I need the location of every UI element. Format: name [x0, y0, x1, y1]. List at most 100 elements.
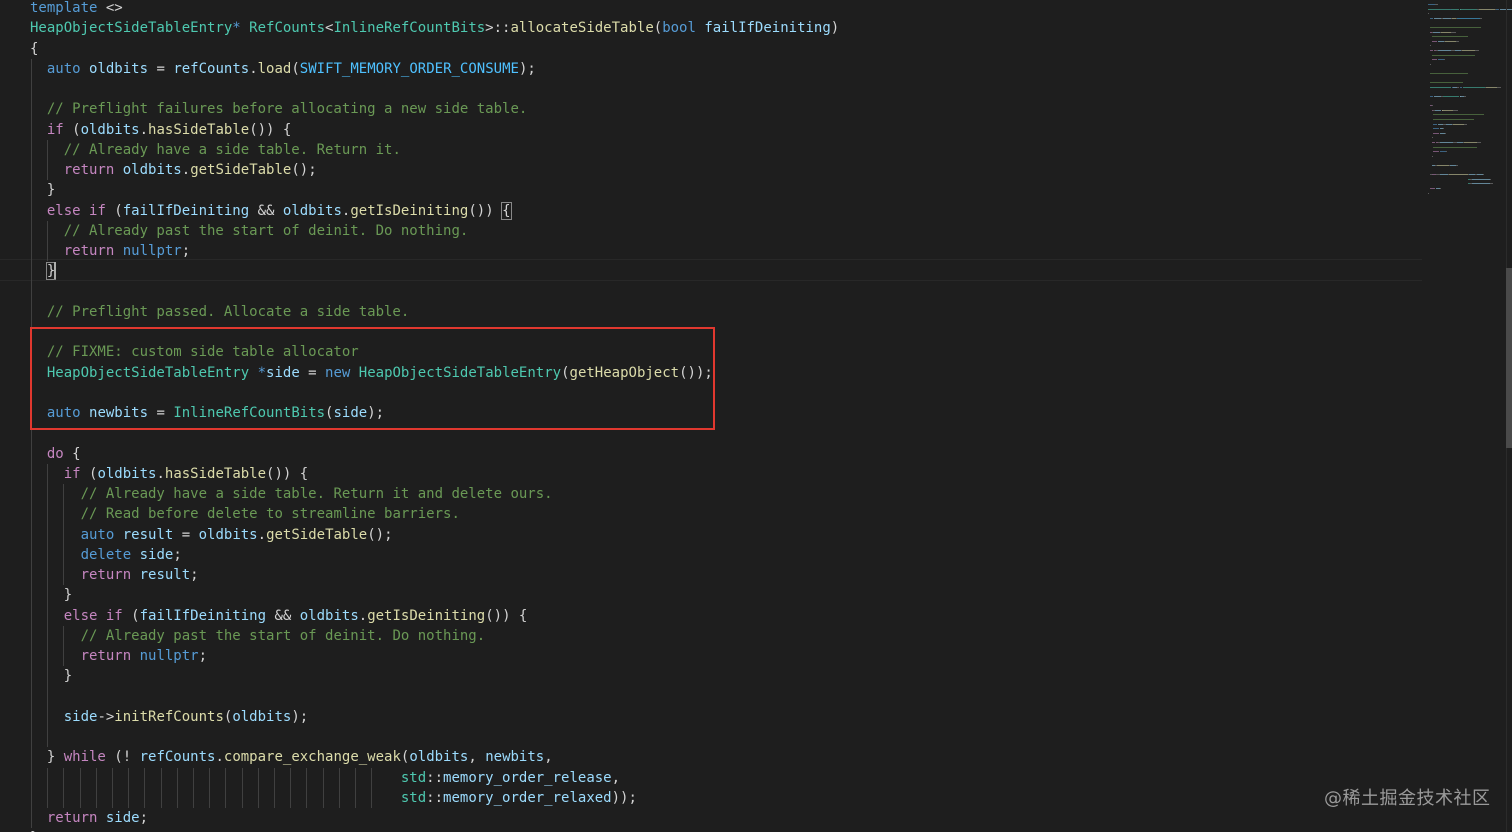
code-token: ()) {	[266, 465, 309, 482]
minimap[interactable]	[1428, 0, 1512, 200]
code-line[interactable]: {	[30, 39, 1412, 59]
code-line[interactable]: return result;	[30, 565, 1412, 586]
code-token: oldbits	[97, 465, 157, 482]
code-line[interactable]: }	[30, 585, 1412, 606]
indent-guide	[31, 787, 32, 808]
indent-guide	[47, 241, 49, 262]
code-line[interactable]: // Already past the start of deinit. Do …	[30, 220, 1412, 241]
minimap-line	[1446, 151, 1447, 153]
code-line[interactable]: HeapObjectSideTableEntry* RefCounts<Inli…	[30, 18, 1412, 38]
indent-guide	[144, 767, 146, 788]
indent-guide	[31, 646, 32, 667]
code-token: (	[653, 20, 663, 37]
code-line[interactable]: std::memory_order_release,	[30, 767, 1412, 788]
code-line[interactable]	[30, 686, 1412, 707]
minimap-line	[1431, 137, 1433, 139]
code-token: ())	[468, 202, 503, 219]
minimap-line	[1478, 50, 1480, 51]
code-line[interactable]: side->initRefCounts(oldbits);	[30, 706, 1412, 727]
code-token: auto	[46, 60, 81, 77]
minimap-line	[1439, 188, 1441, 189]
minimap-line	[1485, 86, 1498, 88]
code-line[interactable]: if (oldbits.hasSideTable()) {	[30, 119, 1412, 140]
minimap-line	[1464, 123, 1467, 125]
code-editor[interactable]: template <> HeapObjectSideTableEntry* Ref…	[0, 0, 1512, 832]
code-line[interactable]: if (oldbits.hasSideTable()) {	[30, 463, 1412, 484]
code-line[interactable]: // Read before delete to streamline barr…	[30, 504, 1412, 525]
vertical-scrollbar-thumb[interactable]	[1506, 268, 1512, 448]
minimap-line	[1431, 105, 1434, 107]
code-line[interactable]	[30, 281, 1412, 302]
indent-guide	[257, 767, 259, 788]
code-token: bool	[662, 20, 696, 37]
indent-guide	[371, 767, 373, 788]
minimap-line	[1431, 54, 1475, 56]
indent-guide	[31, 565, 32, 586]
indent-guide	[241, 767, 243, 788]
minimap-line	[1435, 4, 1438, 5]
code-line[interactable]: // Already past the start of deinit. Do …	[30, 625, 1412, 646]
code-line[interactable]: delete side;	[30, 544, 1412, 565]
code-line[interactable]: do {	[30, 443, 1412, 464]
indent-guide	[95, 767, 97, 788]
minimap-line	[1433, 146, 1477, 148]
code-line[interactable]: auto oldbits = refCounts.load(SWIFT_MEMO…	[30, 58, 1412, 79]
minimap-line	[1448, 174, 1468, 176]
code-token: ;	[198, 648, 208, 664]
code-token: {	[501, 201, 512, 220]
code-token: ();	[291, 162, 317, 178]
code-token: ,	[611, 769, 621, 786]
minimap-line	[1464, 142, 1477, 143]
indent-guide	[31, 504, 32, 525]
minimap-line	[1440, 31, 1452, 33]
indent-guide	[257, 787, 259, 808]
code-line[interactable]: }	[30, 261, 1412, 282]
code-line[interactable]: return side;	[30, 808, 1412, 829]
code-line[interactable]: // Preflight passed. Allocate a side tab…	[30, 301, 1412, 322]
code-line[interactable]: template <>	[30, 0, 1412, 18]
code-token: oldbits	[80, 121, 140, 138]
code-token: &&	[249, 202, 283, 219]
indent-guide	[225, 767, 227, 788]
code-token: ));	[611, 789, 637, 806]
indent-guide	[112, 787, 113, 808]
minimap-line	[1433, 132, 1439, 134]
indent-guide	[241, 787, 243, 808]
code-line[interactable]: }	[30, 180, 1412, 201]
code-line[interactable]: // Preflight failures before allocating …	[30, 99, 1412, 120]
code-line[interactable]	[30, 79, 1412, 100]
code-line[interactable]: return nullptr;	[30, 646, 1412, 667]
code-line[interactable]: // Already have a side table. Return it …	[30, 484, 1412, 505]
minimap-line	[1444, 59, 1446, 61]
code-line[interactable]: } while (! refCounts.compare_exchange_we…	[30, 747, 1412, 768]
indent-guide	[31, 625, 32, 646]
code-line[interactable]: }	[30, 666, 1412, 687]
code-token: newbits	[485, 749, 545, 766]
code-line[interactable]: }	[30, 828, 1412, 832]
indent-guide	[63, 524, 65, 545]
code-token: template	[30, 0, 98, 16]
indent-guide	[63, 625, 65, 646]
indent-guide	[95, 787, 97, 808]
indent-guide	[47, 585, 49, 606]
code-token: HeapObjectSideTableEntry	[30, 20, 233, 37]
minimap-line	[1429, 63, 1431, 65]
indent-guide	[338, 767, 340, 788]
code-line[interactable]: return nullptr;	[30, 241, 1412, 262]
code-line[interactable]: auto result = oldbits.getSideTable();	[30, 524, 1412, 545]
code-line[interactable]: else if (failIfDeiniting && oldbits.getI…	[30, 605, 1412, 626]
minimap-line	[1453, 123, 1464, 125]
code-line[interactable]: std::memory_order_relaxed));	[30, 787, 1412, 808]
code-token: memory_order_relaxed	[443, 789, 612, 806]
code-line[interactable]: // Already have a side table. Return it.	[30, 139, 1412, 160]
code-line[interactable]: else if (failIfDeiniting && oldbits.getI…	[30, 200, 1412, 221]
code-line[interactable]: return oldbits.getSideTable();	[30, 160, 1412, 181]
code-line[interactable]	[30, 727, 1412, 748]
minimap-line	[1433, 128, 1439, 130]
